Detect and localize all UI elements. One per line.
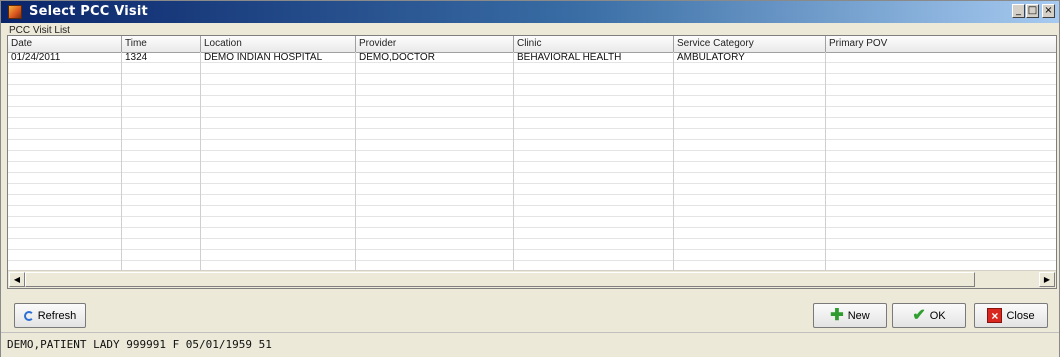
column-divider [513,52,514,270]
empty-row [8,107,1056,118]
cell-primary-pov [826,52,1056,63]
empty-row [8,96,1056,107]
column-divider [673,52,674,270]
column-header-provider[interactable]: Provider [356,36,514,52]
cell-date: 01/24/2011 [11,52,61,63]
column-header-location[interactable]: Location [201,36,356,52]
scroll-left-icon[interactable]: ◀ [9,272,25,287]
grid-header: Date Time Location Provider Clinic Servi… [8,36,1056,53]
ok-button[interactable]: ✔ OK [892,303,966,328]
column-header-time[interactable]: Time [122,36,201,52]
column-header-primary-pov[interactable]: Primary POV [826,36,1056,52]
cell-location: DEMO INDIAN HOSPITAL [204,52,323,63]
empty-row [8,140,1056,151]
cell-provider: DEMO,DOCTOR [359,52,435,63]
empty-row [8,250,1056,261]
table-row[interactable]: 01/24/2011 1324 DEMO INDIAN HOSPITAL DEM… [8,52,1056,63]
empty-row [8,129,1056,140]
empty-row [8,162,1056,173]
minimize-button[interactable]: _ [1012,4,1025,18]
scroll-right-icon[interactable]: ▶ [1039,272,1055,287]
ok-label: OK [929,309,946,322]
cell-time: 1324 [125,52,148,63]
close-window-button[interactable]: × [1042,4,1055,18]
new-label: New [847,309,870,322]
new-button[interactable]: ✚ New [813,303,887,328]
refresh-button[interactable]: Refresh [14,303,86,328]
column-divider [200,52,201,270]
select-pcc-visit-window: Select PCC Visit _ □ × PCC Visit List Da… [0,0,1060,357]
cell-clinic: BEHAVIORAL HEALTH [517,52,622,63]
cell-service-category: AMBULATORY [677,52,745,63]
status-bar: DEMO,PATIENT LADY 999991 F 05/01/1959 51 [1,332,1059,357]
empty-row [8,217,1056,228]
horizontal-scrollbar[interactable]: ◀ ▶ [8,270,1056,288]
column-header-date[interactable]: Date [8,36,122,52]
column-header-service-category[interactable]: Service Category [674,36,826,52]
grid-body: 01/24/2011 1324 DEMO INDIAN HOSPITAL DEM… [8,52,1056,270]
patient-status: DEMO,PATIENT LADY 999991 F 05/01/1959 51 [7,338,272,351]
window-title: Select PCC Visit [29,4,148,19]
empty-row [8,118,1056,129]
empty-row [8,74,1056,85]
refresh-label: Refresh [37,309,77,322]
pcc-visit-grid[interactable]: Date Time Location Provider Clinic Servi… [7,35,1057,289]
column-divider [825,52,826,270]
empty-row [8,173,1056,184]
empty-row [8,151,1056,162]
empty-row [8,85,1056,96]
column-divider [355,52,356,270]
empty-row [8,228,1056,239]
column-divider [121,52,122,270]
empty-row [8,63,1056,74]
check-icon: ✔ [912,306,926,324]
close-label: Close [1006,309,1035,322]
empty-row [8,206,1056,217]
close-button[interactable]: × Close [974,303,1048,328]
scrollbar-thumb[interactable] [25,272,975,287]
maximize-button[interactable]: □ [1026,4,1039,18]
empty-row [8,239,1056,250]
empty-row [8,184,1056,195]
empty-row [8,195,1056,206]
app-icon [8,5,22,19]
title-bar[interactable]: Select PCC Visit _ □ × [1,1,1059,23]
refresh-icon [23,310,34,321]
plus-icon: ✚ [830,306,844,324]
close-box-icon: × [987,308,1003,323]
column-header-clinic[interactable]: Clinic [514,36,674,52]
